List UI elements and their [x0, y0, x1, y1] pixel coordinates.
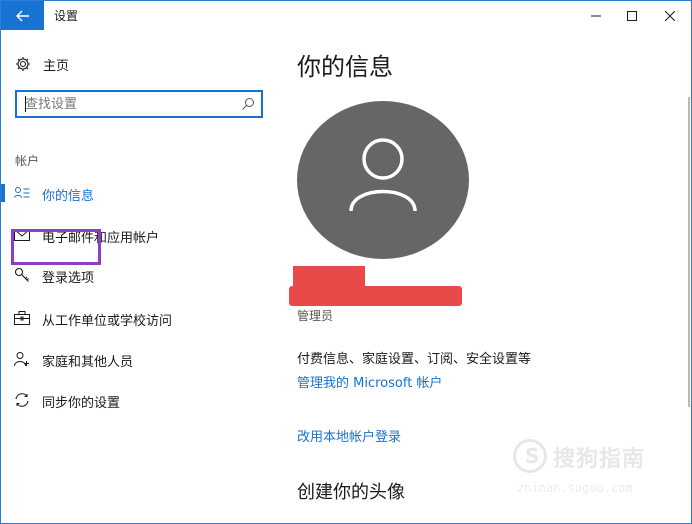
- sidebar-item-your-info[interactable]: 你的信息: [1, 178, 277, 208]
- briefcase-icon: [14, 310, 30, 326]
- watermark-logo-icon: S: [513, 439, 547, 473]
- sidebar-item-label: 登录选项: [42, 271, 95, 286]
- close-button[interactable]: [647, 1, 691, 30]
- home-label: 主页: [43, 58, 70, 74]
- search-input[interactable]: [25, 95, 225, 113]
- sync-icon: [14, 392, 30, 408]
- scrollbar[interactable]: [688, 97, 690, 407]
- user-avatar-icon: [349, 138, 417, 212]
- search-icon[interactable]: [241, 96, 255, 115]
- active-indicator: [1, 184, 5, 202]
- create-avatar-heading: 创建你的头像: [297, 482, 405, 503]
- sidebar-item-label: 同步你的设置: [42, 396, 121, 411]
- sidebar-item-label: 从工作单位或学校访问: [42, 314, 173, 329]
- close-icon: [665, 10, 675, 21]
- account-role: 管理员: [297, 309, 334, 323]
- watermark-url: zhinan.sogou.com: [517, 481, 633, 495]
- section-title-accounts: 帐户: [15, 154, 40, 168]
- sidebar-item-label: 家庭和其他人员: [42, 355, 134, 370]
- person-list-icon: [14, 185, 30, 201]
- redaction-block: [289, 286, 462, 306]
- back-arrow-icon: [15, 10, 29, 21]
- watermark: S 搜狗指南 zhinan.sogou.com: [513, 439, 673, 499]
- gear-icon: [16, 57, 30, 71]
- add-person-icon: [14, 351, 30, 367]
- title-bar: 设置: [1, 1, 691, 30]
- billing-info-text: 付费信息、家庭设置、订阅、安全设置等: [297, 352, 532, 367]
- avatar: [297, 101, 469, 259]
- page-title: 你的信息: [297, 53, 393, 81]
- sidebar: 主页 帐户 你的信息: [1, 30, 277, 523]
- minimize-icon: [591, 15, 601, 16]
- maximize-icon: [627, 10, 637, 21]
- manage-microsoft-account-link[interactable]: 管理我的 Microsoft 帐户: [297, 372, 442, 391]
- window-title: 设置: [54, 9, 79, 23]
- watermark-text: 搜狗指南: [553, 447, 646, 472]
- sidebar-item-label: 你的信息: [42, 189, 95, 204]
- home-nav-item[interactable]: 主页: [15, 54, 69, 74]
- sidebar-item-sync[interactable]: 同步你的设置: [1, 385, 277, 415]
- search-box[interactable]: [15, 90, 263, 118]
- sidebar-item-work-school[interactable]: 从工作单位或学校访问: [1, 303, 277, 333]
- back-button[interactable]: [1, 1, 44, 30]
- local-account-signin-link[interactable]: 改用本地帐户登录: [297, 426, 401, 445]
- text-caret: [25, 96, 26, 112]
- key-icon: [14, 267, 30, 283]
- sidebar-item-family[interactable]: 家庭和其他人员: [1, 344, 277, 374]
- settings-window: 设置 主页 查找设置 帐户 你的信息 电子邮件和应用帐户 登录选项 从工作单位或…: [0, 0, 692, 524]
- highlight-annotation: [11, 229, 101, 265]
